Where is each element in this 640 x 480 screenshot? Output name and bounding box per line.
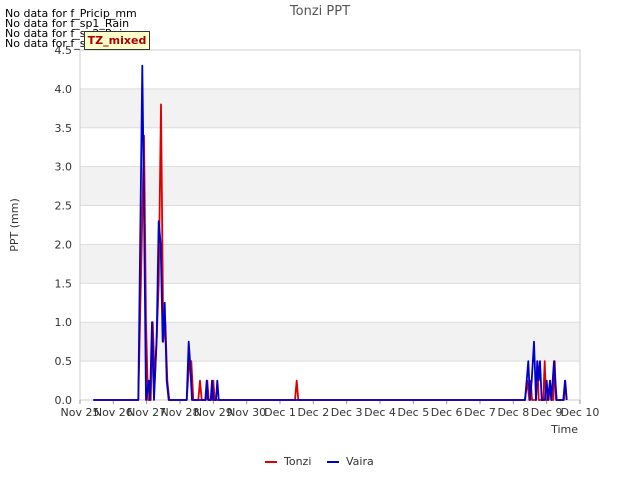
y-tick-label: 1.0 xyxy=(55,316,73,329)
y-axis: 0.00.51.01.52.02.53.03.54.04.5 xyxy=(55,44,73,407)
x-tick-label: Dec 3 xyxy=(331,406,363,419)
background-band xyxy=(80,88,580,128)
legend: Tonzi Vaira xyxy=(265,455,374,468)
background-band xyxy=(80,244,580,284)
y-tick-label: 1.5 xyxy=(55,277,73,290)
x-tick-label: Dec 10 xyxy=(561,406,600,419)
y-tick-label: 3.5 xyxy=(55,122,73,135)
y-tick-label: 0.5 xyxy=(55,355,73,368)
y-tick-label: 2.0 xyxy=(55,238,73,251)
chart-title: Tonzi PPT xyxy=(289,4,350,19)
x-tick-label: Dec 2 xyxy=(297,406,329,419)
y-axis-label: PPT (mm) xyxy=(8,198,21,252)
y-tick-label: 4.0 xyxy=(55,83,73,96)
x-tick-label: Dec 9 xyxy=(531,406,563,419)
legend-label-vaira: Vaira xyxy=(346,455,374,468)
y-tick-label: 2.5 xyxy=(55,200,73,213)
x-tick-label: Dec 6 xyxy=(431,406,463,419)
y-tick-label: 3.0 xyxy=(55,161,73,174)
x-axis: Nov 25Nov 26Nov 27Nov 28Nov 29Nov 30Dec … xyxy=(61,400,600,419)
x-tick-label: Dec 8 xyxy=(497,406,529,419)
ppt-chart: 0.00.51.01.52.02.53.03.54.04.5 Nov 25Nov… xyxy=(8,4,600,468)
x-tick-label: Nov 30 xyxy=(227,406,266,419)
background-band xyxy=(80,166,580,206)
x-tick-label: Dec 4 xyxy=(364,406,396,419)
x-tick-label: Dec 1 xyxy=(264,406,296,419)
legend-label-tonzi: Tonzi xyxy=(283,455,311,468)
x-tick-label: Dec 5 xyxy=(397,406,429,419)
x-tick-label: Dec 7 xyxy=(464,406,496,419)
x-axis-label: Time xyxy=(550,423,578,436)
site-badge: TZ_mixed xyxy=(84,31,150,50)
background-bands xyxy=(80,88,580,362)
